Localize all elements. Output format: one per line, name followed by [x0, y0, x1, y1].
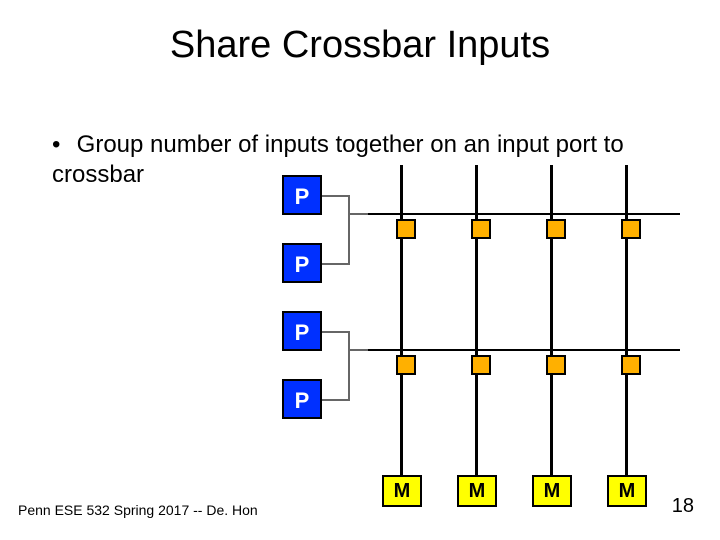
memory-line [550, 165, 553, 475]
crossbar-row [368, 213, 680, 215]
memory-box: M [382, 475, 422, 507]
group-wire [348, 349, 368, 351]
crosspoint-switch [396, 219, 416, 239]
memory-line [475, 165, 478, 475]
group-wire [348, 331, 350, 401]
group-wire [322, 195, 348, 197]
group-wire [322, 331, 348, 333]
group-wire [322, 263, 348, 265]
processor-box: P [282, 243, 322, 283]
bullet-dot: • [52, 130, 70, 160]
footer-text: Penn ESE 532 Spring 2017 -- De. Hon [18, 502, 258, 518]
group-wire [348, 195, 350, 265]
crosspoint-switch [471, 219, 491, 239]
crosspoint-switch [471, 355, 491, 375]
page-title: Share Crossbar Inputs [0, 24, 720, 67]
crossbar-diagram: P P P P M M M M [280, 175, 690, 510]
processor-box: P [282, 311, 322, 351]
memory-line [625, 165, 628, 475]
memory-box: M [607, 475, 647, 507]
crosspoint-switch [621, 355, 641, 375]
group-wire [348, 213, 368, 215]
memory-line [400, 165, 403, 475]
crosspoint-switch [396, 355, 416, 375]
crossbar-row [368, 349, 680, 351]
group-wire [322, 399, 348, 401]
processor-box: P [282, 379, 322, 419]
crosspoint-switch [546, 219, 566, 239]
memory-box: M [532, 475, 572, 507]
crosspoint-switch [546, 355, 566, 375]
memory-box: M [457, 475, 497, 507]
crosspoint-switch [621, 219, 641, 239]
processor-box: P [282, 175, 322, 215]
